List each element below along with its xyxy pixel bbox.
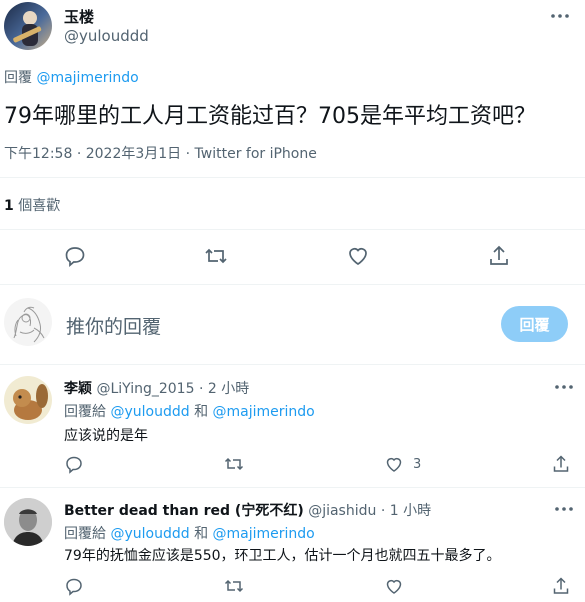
divider [0, 284, 585, 285]
more-icon[interactable] [552, 377, 576, 397]
divider [0, 229, 585, 230]
author-handle[interactable]: @yulouddd [64, 27, 149, 45]
tweet-source[interactable]: Twitter for iPhone [195, 146, 317, 162]
tweet-date[interactable]: 2022年3月1日 [86, 146, 181, 162]
share-icon[interactable] [551, 454, 571, 474]
reply-and: 和 [194, 526, 209, 542]
retweet-icon[interactable] [224, 454, 244, 474]
compose-input[interactable]: 推你的回覆 [66, 312, 161, 339]
reply-mention[interactable]: @majimerindo [213, 404, 315, 420]
reply-author-name[interactable]: 李颖 [64, 381, 92, 397]
reply-button[interactable]: 回覆 [501, 306, 568, 342]
avatar-image [13, 384, 48, 420]
reply-prefix: 回覆 [4, 70, 32, 86]
reply-header: Better dead than red (宁死不红) @jiashidu · … [64, 503, 432, 519]
reply-mention[interactable]: @yulouddd [110, 526, 189, 542]
reply-icon[interactable] [64, 576, 84, 596]
replying-to: 回覆 @majimerindo [4, 67, 139, 87]
reply-avatar[interactable] [4, 376, 52, 424]
divider [0, 487, 585, 488]
likes-label: 個喜歡 [18, 198, 61, 214]
tweet-text: 79年哪里的工人月工资能过百？705是年平均工资吧？ [4, 104, 536, 129]
like-icon[interactable] [384, 454, 404, 474]
retweet-icon[interactable] [224, 576, 244, 596]
tweet-time[interactable]: 下午12:58 [4, 146, 72, 162]
reply-avatar[interactable] [4, 498, 52, 546]
more-icon[interactable] [552, 499, 576, 519]
avatar-image [4, 498, 52, 546]
reply-mention[interactable]: @majimerindo [36, 70, 138, 86]
divider [0, 364, 585, 365]
reply-header: 李颖 @LiYing_2015 · 2 小時 [64, 381, 250, 397]
likes-count: 1 [4, 198, 14, 214]
reply-icon[interactable] [64, 454, 84, 474]
avatar-image [13, 306, 45, 343]
reply-mention[interactable]: @yulouddd [110, 404, 189, 420]
reply-replying-to: 回覆給 @yulouddd 和 @majimerindo [64, 401, 315, 421]
like-icon[interactable] [384, 576, 404, 596]
reply-author-handle[interactable]: @jiashidu [308, 503, 376, 519]
reply-prefix: 回覆給 [64, 526, 106, 542]
share-icon[interactable] [487, 244, 511, 268]
reply-icon[interactable] [63, 244, 87, 268]
reply-and: 和 [194, 404, 209, 420]
share-icon[interactable] [551, 576, 571, 596]
reply-mention[interactable]: @majimerindo [213, 526, 315, 542]
divider [0, 177, 585, 178]
my-avatar[interactable] [4, 298, 52, 346]
more-icon[interactable] [548, 6, 572, 26]
reply-time[interactable]: 1 小時 [390, 503, 431, 519]
reply-text: 应该说的是年 [64, 428, 148, 444]
reply-author-handle[interactable]: @LiYing_2015 [96, 381, 194, 397]
reply-author-name[interactable]: Better dead than red (宁死不红) [64, 503, 304, 519]
retweet-icon[interactable] [204, 244, 228, 268]
like-count: 3 [413, 457, 422, 472]
tweet-meta: 下午12:58 · 2022年3月1日 · Twitter for iPhone [4, 146, 317, 162]
reply-replying-to: 回覆給 @yulouddd 和 @majimerindo [64, 523, 315, 543]
reply-prefix: 回覆給 [64, 404, 106, 420]
likes-stat[interactable]: 1 個喜歡 [4, 195, 60, 215]
author-avatar[interactable] [4, 2, 52, 50]
reply-time[interactable]: 2 小時 [208, 381, 249, 397]
reply-text: 79年的抚恤金应该是550，环卫工人，估计一个月也就四五十最多了。 [64, 548, 501, 564]
avatar-image [13, 11, 42, 46]
author-name[interactable]: 玉楼 [64, 6, 94, 27]
like-icon[interactable] [346, 244, 370, 268]
